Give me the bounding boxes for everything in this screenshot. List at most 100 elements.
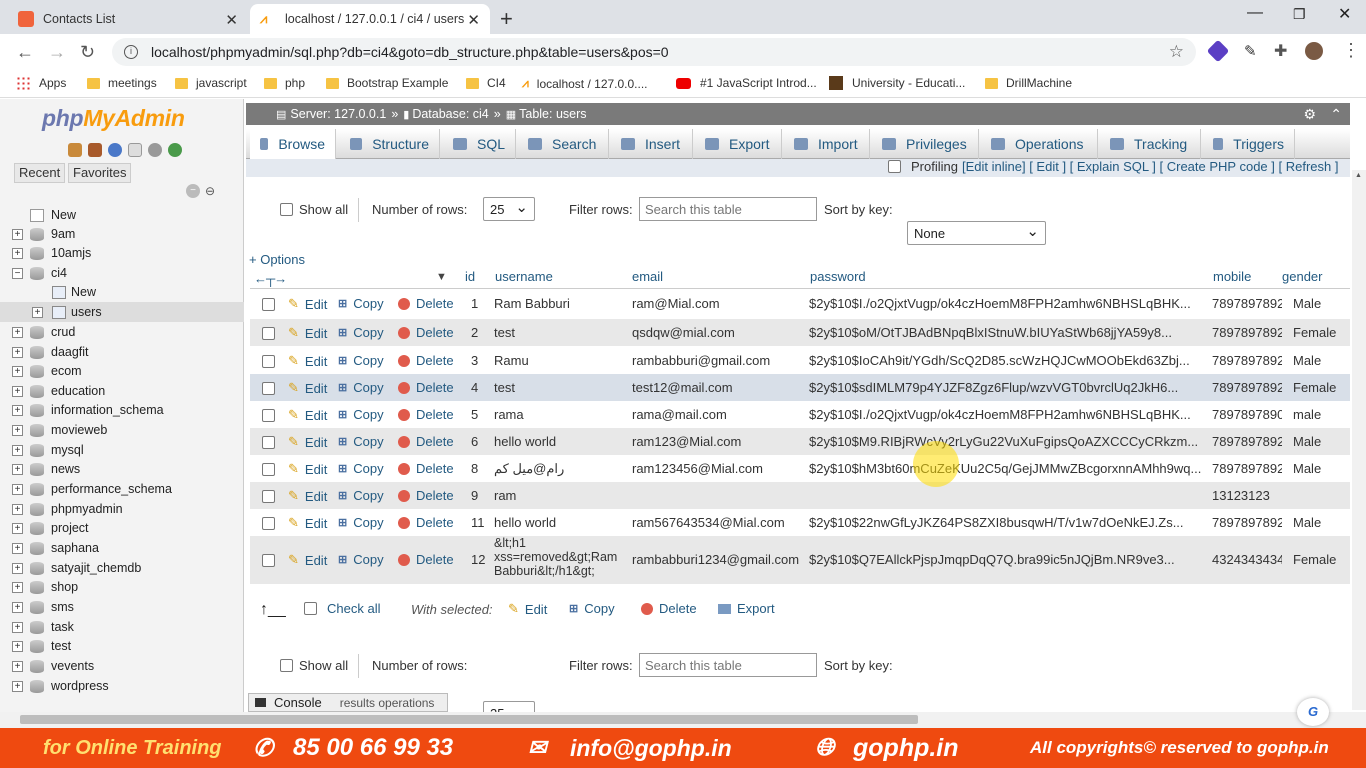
back-icon[interactable]: ← — [16, 42, 34, 63]
reload-icon[interactable]: ↻ — [80, 42, 95, 63]
address-bar[interactable]: i localhost/phpmyadmin/sql.php?db=ci4&go… — [112, 38, 1196, 66]
breadcrumb-server[interactable]: Server: 127.0.0.1 — [290, 107, 386, 121]
expand-icon[interactable]: + — [12, 247, 23, 259]
tree-item-movieweb[interactable]: + movieweb — [0, 420, 244, 440]
table-row[interactable]: ✎ Edit ⊞ Copy Delete 12 &lt;h1 xss=removed&gt;… — [250, 536, 1350, 584]
table-row[interactable]: ✎ Edit ⊞ Copy Delete 8 رام@میل کم ram123456@Mia… — [250, 455, 1350, 482]
extension-pen-icon[interactable]: ✎ — [1244, 42, 1257, 60]
expand-icon[interactable]: + — [12, 483, 23, 495]
close-window-icon[interactable]: ✕ — [1338, 4, 1351, 24]
row-checkbox[interactable] — [262, 554, 275, 567]
expand-icon[interactable]: + — [12, 346, 23, 358]
column-arrows-icon[interactable]: ←┬→ — [254, 271, 287, 286]
tab-search[interactable]: Search — [518, 129, 609, 159]
expand-icon[interactable]: + — [12, 444, 23, 456]
top-show-all[interactable]: Show all — [280, 202, 348, 217]
check-all-checkbox[interactable] — [304, 602, 317, 615]
tree-item-wordpress[interactable]: + wordpress — [0, 676, 244, 696]
avatar[interactable] — [1305, 42, 1323, 60]
menu-dots-icon[interactable]: ⋮ — [1342, 40, 1360, 61]
copy-link[interactable]: ⊞ Copy — [338, 325, 384, 340]
copy-link[interactable]: ⊞ Copy — [338, 380, 384, 395]
delete-link[interactable]: Delete — [398, 353, 454, 368]
copy-link[interactable]: ⊞ Copy — [338, 552, 384, 567]
expand-icon[interactable]: + — [12, 621, 23, 633]
tree-item-users[interactable]: + users — [0, 302, 244, 322]
check-all[interactable]: Check all — [304, 601, 380, 616]
row-checkbox[interactable] — [262, 382, 275, 395]
tree-item-education[interactable]: + education — [0, 381, 244, 401]
expand-icon[interactable]: + — [32, 306, 43, 318]
edit-link[interactable]: ✎ Edit — [288, 515, 327, 531]
recent-button[interactable]: Recent — [14, 163, 66, 183]
bookmark-localhost[interactable]: ⩘ localhost / 127.0.0.... — [522, 76, 648, 91]
tab-structure[interactable]: Structure — [340, 129, 440, 159]
tree-item-crud[interactable]: + crud — [0, 322, 244, 342]
table-row[interactable]: ✎ Edit ⊞ Copy Delete 5 rama rama@mail.com $2y$10… — [250, 401, 1350, 428]
row-checkbox[interactable] — [262, 517, 275, 530]
row-checkbox[interactable] — [262, 409, 275, 422]
delete-link[interactable]: Delete — [398, 461, 454, 476]
extensions-puzzle-icon[interactable]: ✚ — [1274, 41, 1287, 61]
tree-item-vevents[interactable]: + vevents — [0, 656, 244, 676]
query-links[interactable]: [Edit inline] [ Edit ] [ Explain SQL ] [… — [962, 159, 1338, 174]
tree-item-information_schema[interactable]: + information_schema — [0, 400, 244, 420]
expand-icon[interactable]: + — [12, 365, 23, 377]
delete-link[interactable]: Delete — [398, 296, 454, 311]
tab-export[interactable]: Export — [695, 129, 782, 159]
collapse-all-icon[interactable]: − — [186, 184, 200, 198]
tree-item-mysql[interactable]: + mysql — [0, 440, 244, 460]
collapse-icon[interactable]: − — [12, 267, 23, 279]
delete-link[interactable]: Delete — [398, 552, 454, 567]
table-row[interactable]: ✎ Edit ⊞ Copy Delete 3 Ramu rambabburi@gmail.co… — [250, 347, 1350, 374]
tree-item-10amjs[interactable]: +10amjs — [0, 243, 244, 263]
bookmark-meetings[interactable]: meetings — [87, 76, 157, 90]
expand-icon[interactable]: + — [12, 562, 23, 574]
tree-item-shop[interactable]: + shop — [0, 577, 244, 597]
edit-link[interactable]: ✎ Edit — [288, 488, 327, 504]
forward-icon[interactable]: → — [48, 42, 66, 63]
copy-link[interactable]: ⊞ Copy — [338, 296, 384, 311]
edit-link[interactable]: ✎ Edit — [288, 461, 327, 477]
edit-link[interactable]: ✎ Edit — [288, 296, 327, 312]
tree-item-daagfit[interactable]: + daagfit — [0, 342, 244, 362]
new-tab-icon[interactable]: + — [500, 6, 513, 32]
link-icon[interactable]: ⊖ — [205, 184, 215, 198]
edit-link[interactable]: ✎ Edit — [288, 325, 327, 341]
column-header-id[interactable]: id — [465, 269, 475, 284]
reload-nav-icon[interactable] — [168, 143, 182, 157]
restore-icon[interactable]: ❐ — [1293, 6, 1306, 23]
show-all-checkbox[interactable] — [280, 659, 293, 672]
delete-link[interactable]: Delete — [398, 380, 454, 395]
delete-link[interactable]: Delete — [398, 488, 454, 503]
tree-item-news[interactable]: + news — [0, 459, 244, 479]
copy-link[interactable]: ⊞ Copy — [338, 461, 384, 476]
bulk-export-button[interactable]: Export — [718, 601, 775, 616]
copy-link[interactable]: ⊞ Copy — [338, 488, 384, 503]
breadcrumb-database[interactable]: Database: ci4 — [412, 107, 488, 121]
top-filter-input[interactable]: Search this table — [639, 197, 817, 221]
delete-link[interactable]: Delete — [398, 407, 454, 422]
column-header-gender[interactable]: gender — [1282, 269, 1322, 284]
bulk-delete-button[interactable]: Delete — [641, 601, 697, 616]
bookmark-university[interactable]: University - Educati... — [829, 76, 965, 90]
site-info-icon[interactable]: i — [124, 45, 138, 59]
expand-icon[interactable]: + — [12, 463, 23, 475]
row-checkbox[interactable] — [262, 298, 275, 311]
expand-icon[interactable]: + — [12, 581, 23, 593]
help-icon[interactable] — [108, 143, 122, 157]
horizontal-scrollbar[interactable] — [0, 712, 1366, 728]
favorites-button[interactable]: Favorites — [68, 163, 132, 183]
expand-icon[interactable]: + — [12, 326, 23, 338]
minimize-icon[interactable]: — — [1247, 4, 1263, 22]
tree-item-ecom[interactable]: + ecom — [0, 361, 244, 381]
expand-icon[interactable]: + — [12, 542, 23, 554]
options-link[interactable]: + Options — [249, 252, 305, 267]
logout-icon[interactable] — [88, 143, 102, 157]
column-header-password[interactable]: password — [810, 269, 866, 284]
tree-item-sms[interactable]: + sms — [0, 597, 244, 617]
tab-insert[interactable]: Insert — [611, 129, 693, 159]
table-row[interactable]: ✎ Edit ⊞ Copy Delete 2 test qsdqw@mial.com $2y$1… — [250, 319, 1350, 346]
bookmark-javascript-intro[interactable]: #1 JavaScript Introd... — [676, 76, 817, 90]
tree-item-new[interactable]: New — [0, 205, 244, 225]
